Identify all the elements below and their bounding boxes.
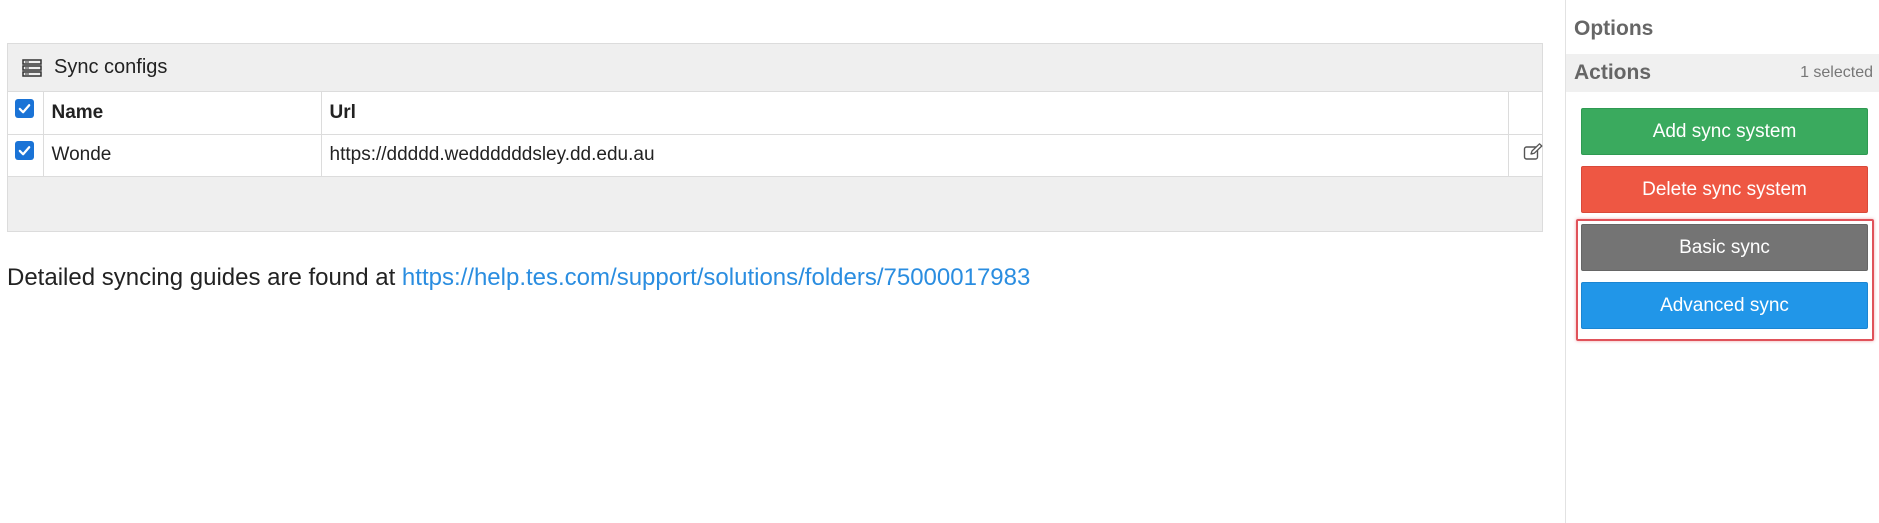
table-header-row: Name Url (8, 92, 1542, 135)
selected-count: 1 selected (1800, 64, 1873, 81)
guide-prefix: Detailed syncing guides are found at (7, 264, 402, 291)
page: Sync configs Name Url Wonde https://dddd… (0, 0, 1879, 523)
basic-sync-button[interactable]: Basic sync (1581, 224, 1868, 271)
add-sync-system-button[interactable]: Add sync system (1581, 108, 1868, 155)
sync-configs-table: Name Url Wonde https://ddddd.weddddddsle… (8, 92, 1542, 177)
column-header-name[interactable]: Name (43, 92, 322, 135)
actions-title: Actions (1574, 61, 1652, 84)
column-header-url[interactable]: Url (321, 92, 1509, 135)
panel-title: Sync configs (54, 56, 168, 78)
checkmark-icon (18, 104, 31, 114)
options-sidebar: Options Actions 1 selected Add sync syst… (1565, 0, 1879, 523)
options-title: Options (1574, 17, 1654, 40)
sync-configs-panel: Sync configs Name Url Wonde https://dddd… (7, 43, 1543, 232)
row-checkbox[interactable] (15, 141, 34, 161)
table-row[interactable]: Wonde https://ddddd.weddddddsley.dd.edu.… (8, 134, 1543, 177)
checkmark-icon (18, 146, 31, 156)
row-url: https://ddddd.weddddddsley.dd.edu.au (321, 134, 1509, 177)
row-edit-cell (1508, 134, 1543, 177)
guide-text: Detailed syncing guides are found at htt… (7, 264, 1030, 292)
select-all-cell (8, 92, 44, 135)
delete-sync-system-button[interactable]: Delete sync system (1581, 166, 1868, 213)
server-icon (22, 58, 42, 77)
column-header-actions (1508, 92, 1542, 135)
advanced-sync-button[interactable]: Advanced sync (1581, 282, 1868, 329)
guide-link[interactable]: https://help.tes.com/support/solutions/f… (402, 264, 1030, 291)
actions-bar: Actions 1 selected (1566, 54, 1879, 92)
edit-icon[interactable] (1523, 143, 1543, 161)
panel-header: Sync configs (8, 44, 1542, 92)
select-all-checkbox[interactable] (15, 99, 34, 119)
row-select-cell (8, 134, 44, 177)
main-content: Sync configs Name Url Wonde https://dddd… (7, 43, 1543, 232)
row-name: Wonde (43, 134, 322, 177)
panel-footer (8, 176, 1542, 231)
